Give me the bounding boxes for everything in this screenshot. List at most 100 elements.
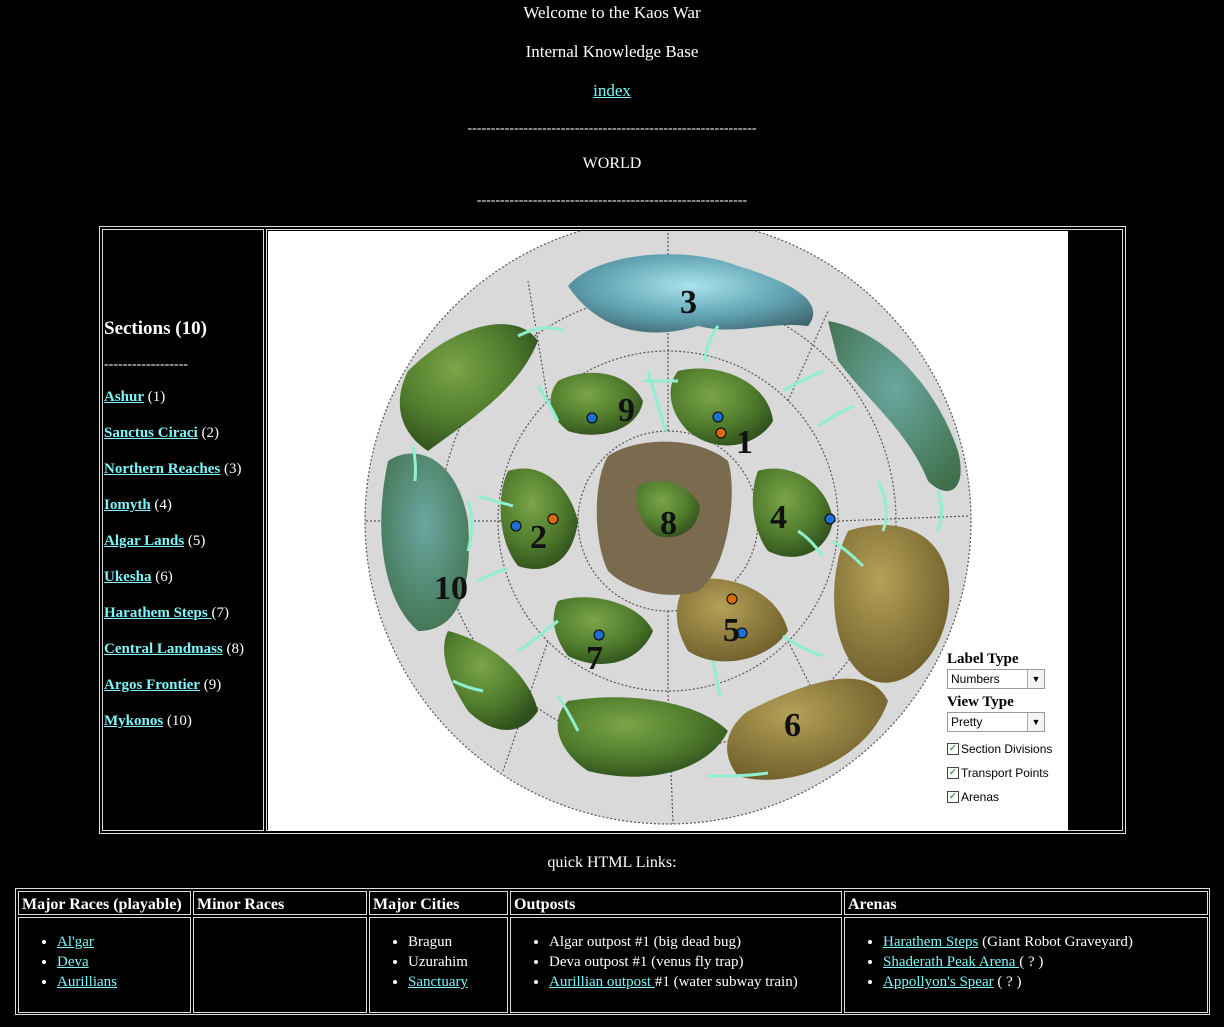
quick-links-table: Major Races (playable) Minor Races Major… [15, 888, 1210, 1015]
section-count: (5) [187, 533, 206, 549]
quick-link[interactable]: Aurillian outpost [549, 974, 655, 990]
section-link[interactable]: Ashur [104, 389, 144, 405]
section-count: (1) [147, 389, 166, 405]
chevron-down-icon: ▼ [1027, 713, 1044, 731]
view-type-select[interactable]: Pretty ▼ [947, 712, 1045, 732]
section-item: Northern Reaches (3) [104, 461, 264, 497]
section-item: Iomyth (4) [104, 497, 264, 533]
list-item: Algar outpost #1 (big dead bug) [549, 932, 841, 952]
quick-link[interactable]: Sanctuary [408, 974, 468, 990]
map-layer-toggles: ✓ Section Divisions ✓ Transport Points ✓ Aren… [947, 737, 1067, 809]
list-item: Deva [57, 952, 190, 972]
section-link[interactable]: Mykonos [104, 713, 163, 729]
list-item: Aurillians [57, 972, 190, 992]
quick-link[interactable]: Deva [57, 954, 89, 970]
section-item: Mykonos (10) [104, 713, 264, 749]
checkbox-label: Arenas [961, 790, 1000, 804]
divider-top: ----------------------------------------… [467, 121, 757, 136]
section-count: (2) [201, 425, 220, 441]
header-outposts: Outposts [510, 891, 842, 915]
section-item: Central Landmass (8) [104, 641, 264, 677]
section-link[interactable]: Argos Frontier [104, 677, 200, 693]
page-title: WORLD [582, 155, 642, 172]
region-label-9: 9 [618, 392, 635, 429]
quick-link[interactable]: Shaderath Peak Arena [883, 954, 1019, 970]
divider-bottom: ----------------------------------------… [476, 193, 748, 208]
checkbox[interactable]: ✓ [947, 767, 959, 779]
view-type-title: View Type [947, 694, 1014, 710]
section-count: (6) [155, 569, 173, 585]
welcome-text: Welcome to the Kaos War [523, 3, 701, 22]
list-item: Shaderath Peak Arena ( ? ) [883, 952, 1207, 972]
list-item: Deva outpost #1 (venus fly trap) [549, 952, 841, 972]
section-count: (3) [223, 461, 242, 477]
sections-divider: ------------------ [104, 357, 188, 372]
section-link[interactable]: Harathem Steps [104, 605, 212, 621]
section-count: (9) [203, 677, 222, 693]
section-item: Ashur (1) [104, 389, 264, 425]
section-count: (7) [211, 605, 230, 621]
list-item: Bragun [408, 932, 507, 952]
link-note: ( ? ) [993, 974, 1022, 990]
list-item: Harathem Steps (Giant Robot Graveyard) [883, 932, 1207, 952]
label-type-select[interactable]: Numbers ▼ [947, 669, 1045, 689]
list-item: Sanctuary [408, 972, 507, 992]
region-label-5: 5 [723, 612, 740, 649]
section-item: Sanctus Ciraci (2) [104, 425, 264, 461]
region-label-4: 4 [770, 499, 787, 536]
header-arenas: Arenas [844, 891, 1208, 915]
header-major-cities: Major Cities [369, 891, 508, 915]
list-text: Algar outpost #1 (big dead bug) [549, 934, 742, 950]
chevron-down-icon: ▼ [1027, 670, 1044, 688]
section-link[interactable]: Iomyth [104, 497, 151, 513]
subtitle-text: Internal Knowledge Base [525, 42, 699, 61]
list-item: Appollyon's Spear ( ? ) [883, 972, 1207, 992]
section-link[interactable]: Central Landmass [104, 641, 223, 657]
world-map[interactable]: 1 2 3 4 5 6 7 8 9 10 Label Type Numbers … [268, 231, 1068, 831]
label-type-title: Label Type [947, 651, 1019, 667]
link-note: ( ? ) [1019, 954, 1044, 970]
map-controls: Label Type Numbers ▼ View Type Pretty ▼ … [947, 651, 1067, 809]
list-item: Al'gar [57, 932, 190, 952]
link-note: (Giant Robot Graveyard) [978, 934, 1133, 950]
layer-toggle[interactable]: ✓ Transport Points [947, 761, 1067, 785]
cell-arenas: Harathem Steps (Giant Robot Graveyard)Sh… [844, 917, 1208, 1013]
section-link[interactable]: Sanctus Ciraci [104, 425, 198, 441]
quick-link[interactable]: Harathem Steps [883, 934, 978, 950]
checkbox-label: Section Divisions [961, 742, 1053, 756]
section-count: (10) [166, 713, 192, 729]
checkbox[interactable]: ✓ [947, 743, 959, 755]
section-link[interactable]: Northern Reaches [104, 461, 220, 477]
region-label-6: 6 [784, 707, 801, 744]
quick-link[interactable]: Appollyon's Spear [883, 974, 994, 990]
list-text: Bragun [408, 934, 453, 950]
cell-major-races: Al'gar Deva Aurillians [18, 917, 191, 1013]
checkbox[interactable]: ✓ [947, 791, 959, 803]
view-type-value: Pretty [951, 715, 983, 729]
checkbox-label: Transport Points [961, 766, 1049, 780]
section-link[interactable]: Ukesha [104, 569, 152, 585]
region-label-8: 8 [660, 505, 677, 542]
cell-outposts: Algar outpost #1 (big dead bug) Deva outp… [510, 917, 842, 1013]
layer-toggle[interactable]: ✓ Arenas [947, 785, 1067, 809]
region-label-3: 3 [680, 284, 697, 321]
region-label-1: 1 [736, 424, 753, 461]
quick-links-title: quick HTML Links: [547, 854, 677, 871]
sections-heading: Sections (10) [104, 318, 207, 339]
section-item: Ukesha (6) [104, 569, 264, 605]
section-link[interactable]: Algar Lands [104, 533, 184, 549]
list-item: Uzurahim [408, 952, 507, 972]
section-item: Algar Lands (5) [104, 533, 264, 569]
layer-toggle[interactable]: ✓ Section Divisions [947, 737, 1067, 761]
region-label-10: 10 [434, 570, 468, 607]
index-link[interactable]: index [593, 81, 631, 100]
section-count: (8) [226, 641, 245, 657]
list-text: Uzurahim [408, 954, 468, 970]
quick-link[interactable]: Aurillians [57, 974, 117, 990]
quick-link[interactable]: Al'gar [57, 934, 94, 950]
region-label-7: 7 [586, 640, 603, 677]
section-list: Ashur (1) Sanctus Ciraci (2) Northern Reac… [104, 389, 264, 749]
label-type-value: Numbers [951, 672, 1000, 686]
region-label-2: 2 [530, 519, 547, 556]
list-item: Aurillian outpost #1 (water subway train… [549, 972, 841, 992]
